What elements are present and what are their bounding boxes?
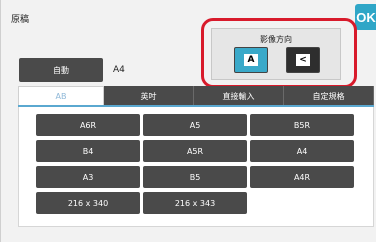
- orientation-portrait-button[interactable]: A: [234, 47, 268, 73]
- image-orientation-label: 影像方向: [260, 35, 292, 44]
- size-button-b4[interactable]: B4: [36, 140, 140, 162]
- size-button-a6r[interactable]: A6R: [36, 114, 140, 136]
- size-button-a5r[interactable]: A5R: [143, 140, 247, 162]
- size-button-a5[interactable]: A5: [143, 114, 247, 136]
- size-button-216x343[interactable]: 216 x 343: [143, 192, 247, 214]
- size-grid: A6R A5 B5R B4 A5R A4 A3 B5 A4R 216 x 340…: [18, 107, 374, 227]
- size-category-tabs: AB 英吋 直接輸入 自定規格: [18, 86, 374, 106]
- tab-ab[interactable]: AB: [18, 86, 104, 106]
- size-button-b5r[interactable]: B5R: [250, 114, 354, 136]
- auto-size-button[interactable]: 自動: [19, 58, 103, 82]
- original-settings-panel: 原稿 OK 影像方向 A < 自動 A4 AB 英吋 直接輸入 自定規格 A6R…: [0, 0, 376, 242]
- portrait-a-icon: A: [244, 54, 258, 66]
- page-title: 原稿: [11, 15, 30, 25]
- orientation-landscape-button[interactable]: <: [286, 47, 320, 73]
- selected-size-value: A4: [113, 65, 125, 75]
- size-button-b5[interactable]: B5: [143, 166, 247, 188]
- size-button-216x340[interactable]: 216 x 340: [36, 192, 140, 214]
- image-orientation-group: 影像方向 A <: [211, 28, 341, 80]
- size-button-a3[interactable]: A3: [36, 166, 140, 188]
- size-button-a4[interactable]: A4: [250, 140, 354, 162]
- landscape-arrow-icon: <: [296, 54, 310, 66]
- ok-button[interactable]: OK: [355, 4, 376, 30]
- size-button-a4r[interactable]: A4R: [250, 166, 354, 188]
- tab-direct-input[interactable]: 直接輸入: [194, 86, 284, 106]
- tab-custom-size[interactable]: 自定規格: [284, 86, 374, 106]
- tab-inch[interactable]: 英吋: [104, 86, 194, 106]
